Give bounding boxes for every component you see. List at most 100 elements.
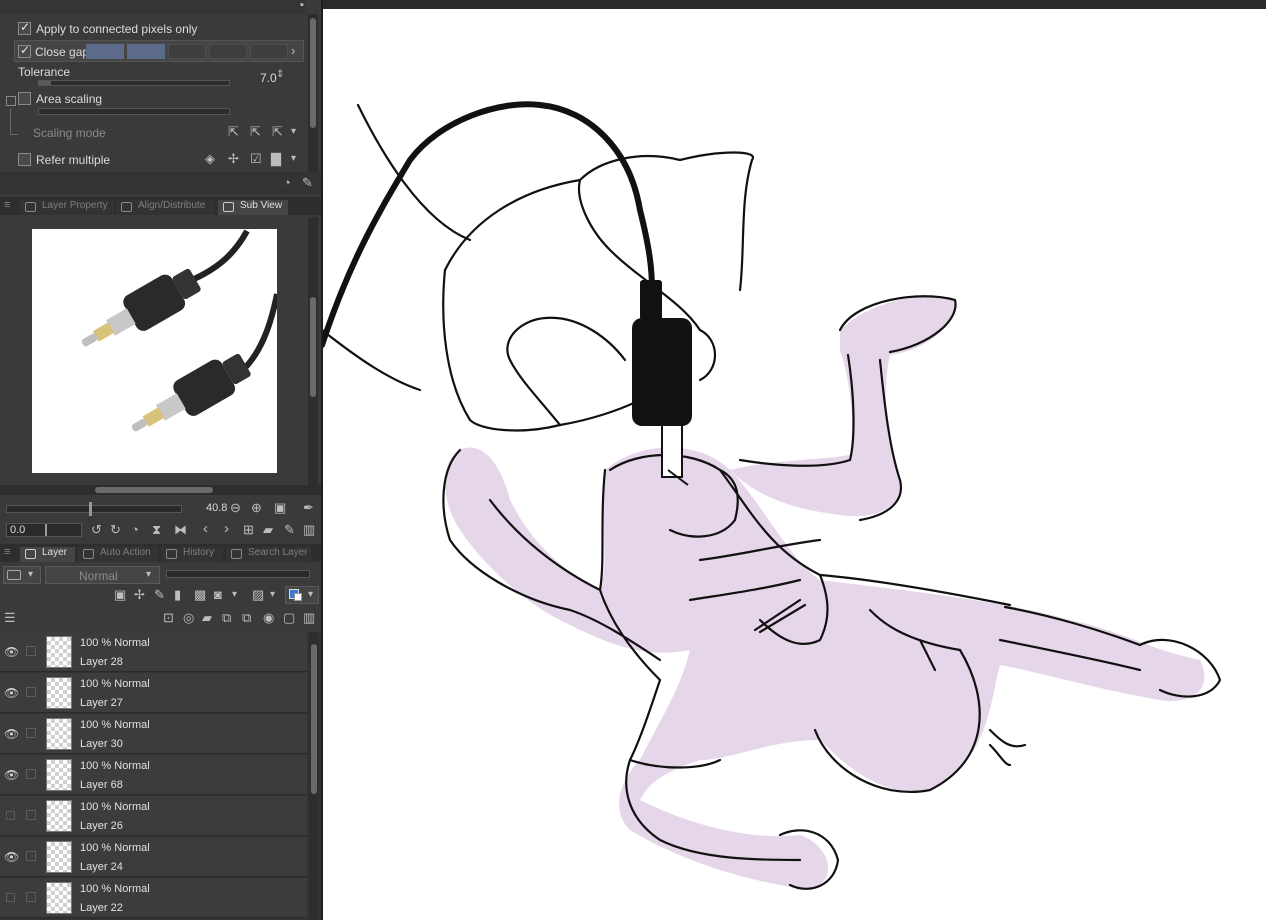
- reset-rotation-icon[interactable]: ◔: [131, 523, 139, 537]
- grid-icon[interactable]: ⊞: [243, 523, 254, 537]
- layer-list-scrollbar[interactable]: [309, 632, 319, 920]
- layer-row[interactable]: 👁 100 % Normal Layer 30: [0, 714, 307, 754]
- layer-row[interactable]: 👁 100 % Normal Layer 28: [0, 632, 307, 672]
- layer-row[interactable]: 100 % Normal Layer 22: [0, 878, 307, 918]
- collapse-toggle[interactable]: [6, 96, 16, 106]
- menu-icon[interactable]: ≡: [4, 545, 10, 559]
- scale-mode-2-icon[interactable]: ⇱: [250, 125, 261, 139]
- apply-connected-checkbox[interactable]: [18, 20, 31, 35]
- scroll-thumb[interactable]: [310, 297, 316, 397]
- zoom-slider-handle[interactable]: [89, 502, 92, 516]
- scroll-thumb[interactable]: [310, 18, 316, 128]
- chevron-down-icon[interactable]: ▾: [291, 152, 296, 166]
- new-folder-icon[interactable]: ▰: [202, 611, 212, 625]
- folder-icon[interactable]: ▇: [271, 152, 281, 166]
- eye-icon[interactable]: 👁: [4, 850, 19, 864]
- opacity-slider[interactable]: [166, 570, 310, 578]
- rotate-handle[interactable]: [45, 524, 47, 536]
- edit-icon[interactable]: ✎: [284, 523, 295, 537]
- checkbox-icon[interactable]: ☑: [250, 152, 262, 166]
- layer-row[interactable]: 👁 100 % Normal Layer 24: [0, 837, 307, 877]
- stepper-icon[interactable]: ⇕: [276, 68, 284, 82]
- layer-row[interactable]: 100 % Normal Layer 26: [0, 796, 307, 836]
- rotate-right-icon[interactable]: ↻: [110, 523, 121, 537]
- layer-color-mode[interactable]: ▾: [285, 586, 319, 604]
- palette-icon[interactable]: ▨: [252, 588, 264, 602]
- layers-icon[interactable]: ◈: [205, 152, 215, 166]
- lock-toggle[interactable]: [26, 810, 36, 820]
- blend-mode-select[interactable]: Normal ▾: [45, 566, 160, 584]
- apply-mask-icon[interactable]: ▢: [283, 611, 295, 625]
- transfer-down-icon[interactable]: ⧉: [222, 611, 231, 625]
- flip-vertical-icon[interactable]: ⧓: [174, 523, 187, 537]
- gap-level-4[interactable]: [209, 44, 247, 59]
- gap-level-1[interactable]: [86, 44, 124, 59]
- close-gap-checkbox[interactable]: [18, 43, 31, 58]
- lock-toggle[interactable]: [26, 687, 36, 697]
- flip-horizontal-icon[interactable]: ⧗: [152, 523, 161, 537]
- scroll-thumb[interactable]: [311, 644, 317, 794]
- gap-level-2[interactable]: [127, 44, 165, 59]
- mask-icon[interactable]: ◙: [214, 588, 222, 602]
- tolerance-slider[interactable]: [38, 80, 230, 86]
- gap-level-3[interactable]: [168, 44, 206, 59]
- tab-layer-property[interactable]: Layer Property: [20, 200, 114, 215]
- lock-toggle[interactable]: [26, 646, 36, 656]
- eye-icon[interactable]: 👁: [4, 768, 19, 782]
- lock-toggle[interactable]: [26, 728, 36, 738]
- eye-icon[interactable]: 👁: [4, 727, 19, 741]
- tool-property-scrollbar[interactable]: [308, 14, 318, 172]
- open-folder-icon[interactable]: ▰: [263, 523, 273, 537]
- merge-down-icon[interactable]: ⧉: [242, 611, 251, 625]
- previous-icon[interactable]: ‹: [203, 521, 208, 536]
- hscroll-thumb[interactable]: [95, 487, 213, 493]
- tab-sub-view[interactable]: Sub View: [218, 200, 288, 215]
- layer-color-dropdown[interactable]: ▾: [3, 566, 41, 584]
- scale-mode-3-icon[interactable]: ⇱: [272, 125, 283, 139]
- chevron-down-icon[interactable]: ▾: [291, 125, 296, 139]
- layer-panel-menu-icon[interactable]: ☰: [4, 611, 16, 625]
- eyedropper-icon[interactable]: ✒: [303, 501, 314, 515]
- sub-view-hscroll[interactable]: [0, 485, 321, 495]
- layer-mask-icon[interactable]: ◉: [263, 611, 274, 625]
- layer-row[interactable]: 👁 100 % Normal Layer 27: [0, 673, 307, 713]
- reset-icon[interactable]: ◔: [283, 176, 291, 190]
- lock-toggle[interactable]: [26, 892, 36, 902]
- reference-icon[interactable]: ✢: [228, 152, 239, 166]
- tab-search-layer[interactable]: Search Layer: [226, 547, 311, 562]
- zoom-slider[interactable]: [6, 502, 182, 516]
- tab-history[interactable]: History: [161, 547, 223, 562]
- fit-icon[interactable]: ▣: [274, 501, 286, 515]
- lock-toggle[interactable]: [26, 851, 36, 861]
- new-raster-layer-icon[interactable]: ⊡: [163, 611, 174, 625]
- gap-level-5[interactable]: [250, 44, 288, 59]
- draft-icon[interactable]: ✎: [154, 588, 165, 602]
- visibility-toggle[interactable]: [6, 811, 15, 820]
- rotate-left-icon[interactable]: ↺: [91, 523, 102, 537]
- delete-layer-icon[interactable]: ▥: [303, 611, 315, 625]
- chevron-down-icon[interactable]: ▾: [232, 588, 237, 602]
- area-scaling-slider[interactable]: [38, 108, 230, 115]
- new-vector-layer-icon[interactable]: ◎: [183, 611, 194, 625]
- trash-icon[interactable]: ▥: [303, 523, 315, 537]
- canvas[interactable]: [323, 9, 1266, 920]
- pin-icon[interactable]: ▪: [300, 0, 304, 12]
- eye-icon[interactable]: 👁: [4, 645, 19, 659]
- menu-icon[interactable]: ≡: [4, 198, 10, 212]
- wrench-icon[interactable]: ✎: [302, 176, 313, 190]
- sub-view-vscroll[interactable]: [308, 217, 318, 487]
- next-icon[interactable]: ›: [224, 521, 229, 536]
- clip-icon[interactable]: ▣: [114, 588, 126, 602]
- reference-layer-icon[interactable]: ✢: [134, 588, 145, 602]
- visibility-toggle[interactable]: [6, 893, 15, 902]
- chevron-right-icon[interactable]: ›: [291, 44, 295, 58]
- lock-icon[interactable]: ▮: [174, 588, 181, 602]
- zoom-out-icon[interactable]: ⊖: [230, 501, 241, 515]
- area-scaling-checkbox[interactable]: [18, 92, 31, 105]
- tab-auto-action[interactable]: Auto Action: [78, 547, 158, 562]
- chevron-down-icon[interactable]: ▾: [270, 588, 275, 602]
- tab-align-distribute[interactable]: Align/Distribute: [116, 200, 215, 215]
- eye-icon[interactable]: 👁: [4, 686, 19, 700]
- scale-mode-1-icon[interactable]: ⇱: [228, 125, 239, 139]
- layer-row[interactable]: 👁 100 % Normal Layer 68: [0, 755, 307, 795]
